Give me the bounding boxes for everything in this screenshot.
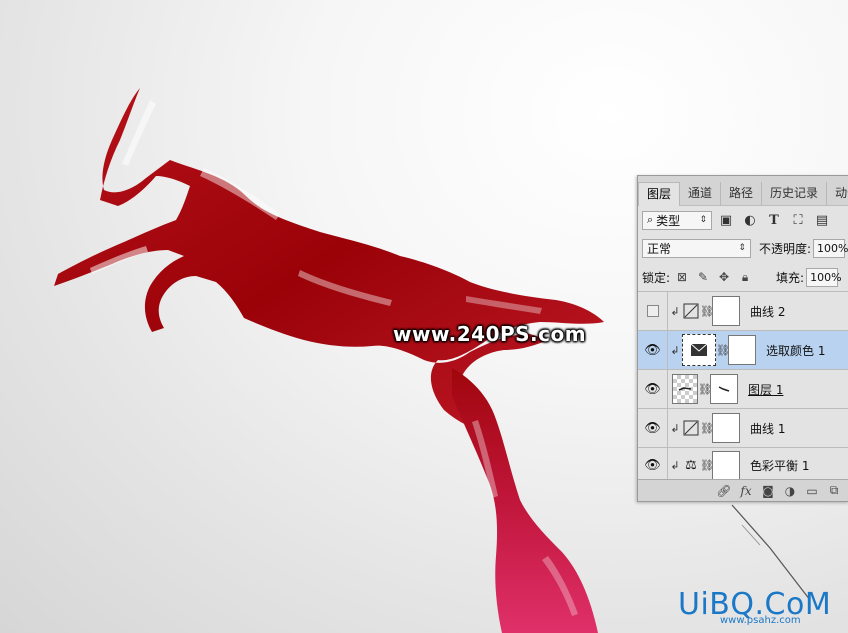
lock-position-icon[interactable]: ✥ bbox=[715, 268, 733, 286]
layer-effects-icon[interactable]: fx bbox=[735, 482, 757, 500]
layers-panel: 图层 通道 路径 历史记录 动作 ⌕ 类型 ⇕ ▣ ◐ T ⛶ ▤ 正常 ⇕ 不… bbox=[637, 175, 848, 502]
new-layer-icon[interactable]: ⧉ bbox=[823, 482, 845, 500]
layer-pixel-thumbnail[interactable] bbox=[672, 374, 698, 404]
layer-mask-thumbnail[interactable] bbox=[728, 335, 756, 365]
link-layers-icon[interactable]: 🔗︎ bbox=[713, 482, 735, 500]
opacity-label: 不透明度: bbox=[758, 241, 811, 256]
layer-mask-thumbnail[interactable] bbox=[712, 450, 740, 481]
layer-name[interactable]: 选取颜色 1 bbox=[766, 342, 825, 359]
red-horse-figure bbox=[54, 88, 604, 431]
layer-mask-thumbnail[interactable] bbox=[710, 374, 738, 404]
layers-list: ↲ ⛓ 曲线 2 👁︎ ↲ ⛓ 选取颜色 1 👁︎ ⛓ 图层 1 👁︎ ↲ ⛓ … bbox=[638, 291, 848, 484]
tab-paths[interactable]: 路径 bbox=[721, 182, 763, 205]
blend-mode-select[interactable]: 正常 ⇕ bbox=[642, 238, 751, 258]
layer-row[interactable]: 👁︎ ↲ ⚖ ⛓ 色彩平衡 1 bbox=[638, 447, 848, 484]
eye-icon: 👁︎ bbox=[644, 458, 661, 473]
new-adjustment-layer-icon[interactable]: ◑ bbox=[779, 482, 801, 500]
blend-mode-value: 正常 bbox=[647, 241, 672, 256]
tab-layers[interactable]: 图层 bbox=[638, 182, 681, 206]
selective-color-adjustment-icon bbox=[682, 334, 716, 366]
filter-select[interactable]: ⌕ 类型 ⇕ bbox=[642, 210, 712, 230]
curves-adjustment-icon bbox=[682, 302, 700, 320]
clip-arrow-icon: ↲ bbox=[670, 459, 680, 472]
layer-row[interactable]: 👁︎ ⛓ 图层 1 bbox=[638, 369, 848, 409]
text-filter-icon[interactable]: T bbox=[764, 211, 784, 229]
visibility-toggle[interactable]: 👁︎ bbox=[638, 369, 668, 409]
lock-all-icon[interactable]: 🔒︎ bbox=[736, 268, 754, 286]
layer-mask-thumbnail[interactable] bbox=[712, 413, 740, 443]
eye-icon: 👁︎ bbox=[644, 420, 661, 436]
shadow-line bbox=[741, 524, 761, 546]
updown-caret-icon: ⇕ bbox=[699, 215, 707, 225]
blend-row: 正常 ⇕ 不透明度: 100% bbox=[638, 234, 848, 262]
chain-link-icon[interactable]: ⛓ bbox=[700, 422, 714, 435]
visibility-toggle[interactable] bbox=[638, 291, 668, 331]
layer-name[interactable]: 曲线 2 bbox=[750, 303, 785, 320]
image-filter-icon[interactable]: ▣ bbox=[716, 211, 736, 229]
brand-url: www.psahz.com bbox=[720, 615, 801, 626]
fill-label: 填充: bbox=[776, 270, 805, 285]
updown-caret-icon: ⇕ bbox=[738, 243, 746, 253]
layer-name[interactable]: 图层 1 bbox=[748, 381, 783, 398]
visibility-toggle[interactable]: 👁︎ bbox=[638, 330, 668, 370]
layer-name[interactable]: 色彩平衡 1 bbox=[750, 457, 809, 474]
watermark-text: www.240PS.com bbox=[393, 322, 587, 346]
lock-label: 锁定: bbox=[642, 270, 671, 285]
visibility-toggle[interactable]: 👁︎ bbox=[638, 408, 668, 448]
color-balance-adjustment-icon: ⚖ bbox=[685, 458, 697, 473]
add-mask-icon[interactable]: ◙ bbox=[757, 482, 779, 500]
clip-arrow-icon: ↲ bbox=[670, 421, 680, 435]
panel-tabs: 图层 通道 路径 历史记录 动作 bbox=[638, 176, 848, 206]
lock-pixels-brush-icon[interactable]: ✎ bbox=[694, 268, 712, 286]
eye-icon: 👁︎ bbox=[644, 381, 661, 397]
layer-name[interactable]: 曲线 1 bbox=[750, 420, 785, 437]
chain-link-icon[interactable]: ⛓ bbox=[698, 383, 712, 396]
layer-row[interactable]: ↲ ⛓ 曲线 2 bbox=[638, 291, 848, 331]
chain-link-icon[interactable]: ⛓ bbox=[716, 344, 730, 357]
eye-icon: 👁︎ bbox=[644, 342, 661, 358]
panel-bottom-toolbar: 🔗︎ fx ◙ ◑ ▭ ⧉ bbox=[638, 479, 848, 501]
filter-row: ⌕ 类型 ⇕ ▣ ◐ T ⛶ ▤ bbox=[638, 206, 848, 234]
layer-mask-thumbnail[interactable] bbox=[712, 296, 740, 326]
hidden-visibility-box bbox=[646, 305, 659, 317]
curves-adjustment-icon bbox=[682, 419, 700, 437]
tab-actions[interactable]: 动作 bbox=[827, 182, 848, 205]
opacity-input[interactable]: 100% bbox=[813, 238, 848, 258]
fill-input[interactable]: 100% bbox=[806, 267, 842, 287]
chain-link-icon[interactable]: ⛓ bbox=[700, 305, 714, 318]
search-icon: ⌕ bbox=[647, 213, 654, 226]
tab-channels[interactable]: 通道 bbox=[680, 182, 722, 205]
lock-transparent-icon[interactable]: ⊠ bbox=[673, 268, 691, 286]
clip-arrow-icon: ↲ bbox=[670, 343, 680, 357]
clip-arrow-icon: ↲ bbox=[670, 304, 680, 318]
shadow-line bbox=[731, 504, 811, 601]
layer-row[interactable]: 👁︎ ↲ ⛓ 曲线 1 bbox=[638, 408, 848, 448]
lock-row: 锁定: ⊠ ✎ ✥ 🔒︎ 填充: 100% bbox=[638, 262, 848, 292]
tab-history[interactable]: 历史记录 bbox=[762, 182, 828, 205]
layer-row[interactable]: 👁︎ ↲ ⛓ 选取颜色 1 bbox=[638, 330, 848, 370]
chain-link-icon[interactable]: ⛓ bbox=[700, 459, 714, 472]
filter-value: 类型 bbox=[656, 213, 681, 228]
adjustment-filter-icon[interactable]: ◐ bbox=[740, 211, 760, 229]
smart-object-filter-icon[interactable]: ▤ bbox=[812, 211, 832, 229]
new-group-folder-icon[interactable]: ▭ bbox=[801, 482, 823, 500]
shape-filter-icon[interactable]: ⛶ bbox=[788, 211, 808, 229]
red-bottle-stream bbox=[452, 368, 598, 633]
